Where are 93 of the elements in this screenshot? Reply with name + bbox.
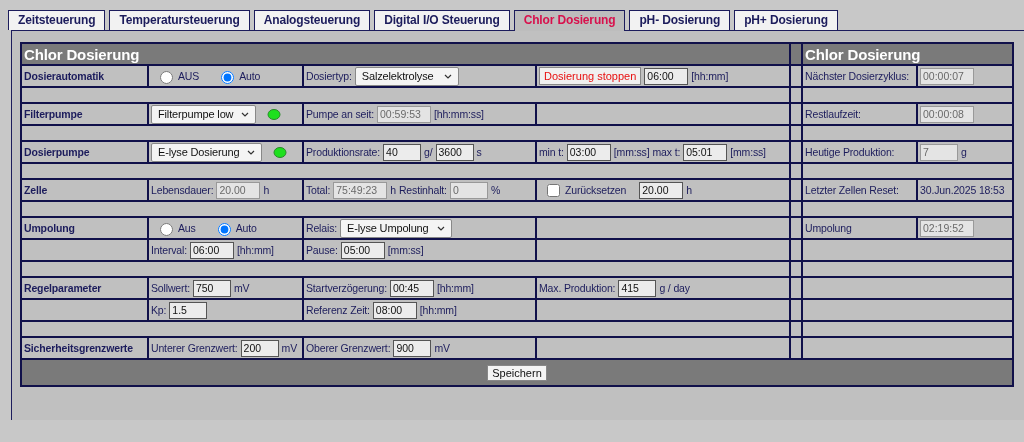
field-label: s [476, 146, 482, 158]
checkbox[interactable] [547, 183, 560, 197]
field-label: Letzter Zellen Reset: [805, 184, 899, 196]
field-label: g [961, 146, 967, 158]
field-label: [hh:mm] [237, 244, 274, 256]
row-label: Regelparameter [24, 282, 102, 294]
caret-icon [247, 149, 256, 155]
field-label: [hh:mm:ss] [433, 108, 484, 120]
input-field[interactable]: 200 [240, 339, 279, 357]
input-field[interactable]: 750 [192, 279, 231, 297]
input-field[interactable]: 40 [383, 143, 422, 161]
row-label: Umpolung [24, 222, 75, 234]
input-field[interactable]: 900 [393, 339, 432, 357]
input-field[interactable]: 415 [618, 279, 657, 297]
field-label: Total: [306, 184, 331, 196]
caret-icon [443, 73, 452, 79]
field-label: mV [434, 342, 450, 354]
field-label: h [390, 184, 396, 196]
tab[interactable]: pH+ Dosierung [734, 10, 838, 30]
field-label: [hh:mm] [436, 282, 474, 294]
dropdown[interactable]: Filterpumpe low [151, 104, 257, 124]
field-label: h [686, 184, 692, 196]
radio-button[interactable] [160, 223, 173, 236]
panel-title: Chlor Dosierung [24, 45, 140, 63]
field-label: Kp: [151, 304, 167, 316]
field-label: [hh:mm] [691, 70, 729, 82]
field-label: [mm:ss] [613, 146, 650, 158]
field-label: Relais: [306, 222, 338, 234]
input-field[interactable]: 00:45 [389, 279, 434, 297]
input-field[interactable]: 06:00 [644, 67, 689, 85]
input-field[interactable]: 08:00 [372, 301, 417, 319]
field-label: Dosiertyp: [306, 70, 352, 82]
panel-title: Chlor Dosierung [805, 45, 921, 63]
save-button[interactable]: Speichern [487, 364, 547, 381]
row-label: Zelle [24, 184, 48, 196]
field-label: g/ [424, 146, 433, 158]
row-label: Filterpumpe [24, 108, 83, 120]
field-label: % [490, 184, 501, 196]
row-label: Dosierpumpe [24, 146, 90, 158]
radio-button[interactable] [221, 71, 235, 84]
radio-label: AUS [178, 70, 200, 82]
caret-icon [241, 111, 250, 117]
value-text: 30.Jun.2025 18:53 [920, 184, 1005, 196]
tab[interactable]: Temperatursteuerung [109, 10, 250, 30]
input-field[interactable]: 05:01 [683, 143, 728, 161]
field-label: h [263, 184, 270, 196]
radio-label: Aus [178, 222, 196, 234]
field-label: Heutige Produktion: [805, 146, 895, 158]
field-label: [mm:ss] [730, 146, 766, 158]
dropdown[interactable]: E-lyse Umpolung [340, 218, 452, 238]
input-field[interactable]: 3600 [435, 143, 474, 161]
field-label: g / day [659, 282, 690, 294]
field-label: Lebensdauer: [151, 184, 214, 196]
field-label: [mm:ss] [387, 244, 424, 256]
field-label: Pause: [306, 244, 338, 256]
field-label: min t: [539, 146, 564, 158]
field-label: Restinhalt: [398, 184, 447, 196]
radio-label: Auto [235, 222, 257, 234]
stop-button[interactable]: Dosierung stoppen [539, 67, 642, 85]
caret-icon [436, 225, 445, 231]
tab[interactable]: Digital I/O Steuerung [374, 10, 510, 30]
field-label: Produktionsrate: [306, 146, 381, 158]
field-label: mV [233, 282, 250, 294]
input-field[interactable]: 1.5 [169, 301, 208, 319]
dropdown[interactable]: E-lyse Dosierung [151, 142, 263, 162]
field-label: Restlaufzeit: [805, 108, 861, 120]
field-label: max t: [652, 146, 681, 158]
field-label: Unterer Grenzwert: [151, 342, 238, 354]
tab[interactable]: Analogsteuerung [253, 10, 371, 30]
field-label: Pumpe an seit: [306, 108, 374, 120]
field-label: Oberer Grenzwert: [306, 342, 391, 354]
input-field[interactable]: 06:00 [190, 241, 234, 259]
radio-label: Auto [239, 70, 261, 82]
dropdown[interactable]: Salzelektrolyse [354, 66, 459, 86]
field-label: Nächster Dosierzyklus: [805, 70, 910, 82]
field-label: mV [281, 342, 298, 354]
input-field[interactable]: 05:00 [340, 241, 385, 259]
field-label: Startverzögerung: [306, 282, 387, 294]
field-label: Max. Produktion: [539, 282, 616, 294]
input-field[interactable]: 03:00 [566, 143, 611, 161]
tab[interactable]: Zeitsteuerung [8, 10, 106, 30]
radio-button[interactable] [160, 71, 173, 84]
radio-button[interactable] [217, 223, 231, 236]
input-field[interactable]: 20.00 [639, 181, 684, 199]
row-label: Dosierautomatik [24, 70, 105, 82]
tab[interactable]: pH- Dosierung [629, 10, 731, 30]
checkbox-label: Zurücksetzen [565, 184, 627, 196]
field-label: Sollwert: [151, 282, 190, 294]
field-label: [hh:mm] [419, 304, 457, 316]
field-label: Umpolung [805, 222, 852, 234]
field-label: Referenz Zeit: [306, 304, 370, 316]
field-label: Interval: [151, 244, 187, 256]
row-label: Sicherheitsgrenzwerte [24, 342, 133, 354]
